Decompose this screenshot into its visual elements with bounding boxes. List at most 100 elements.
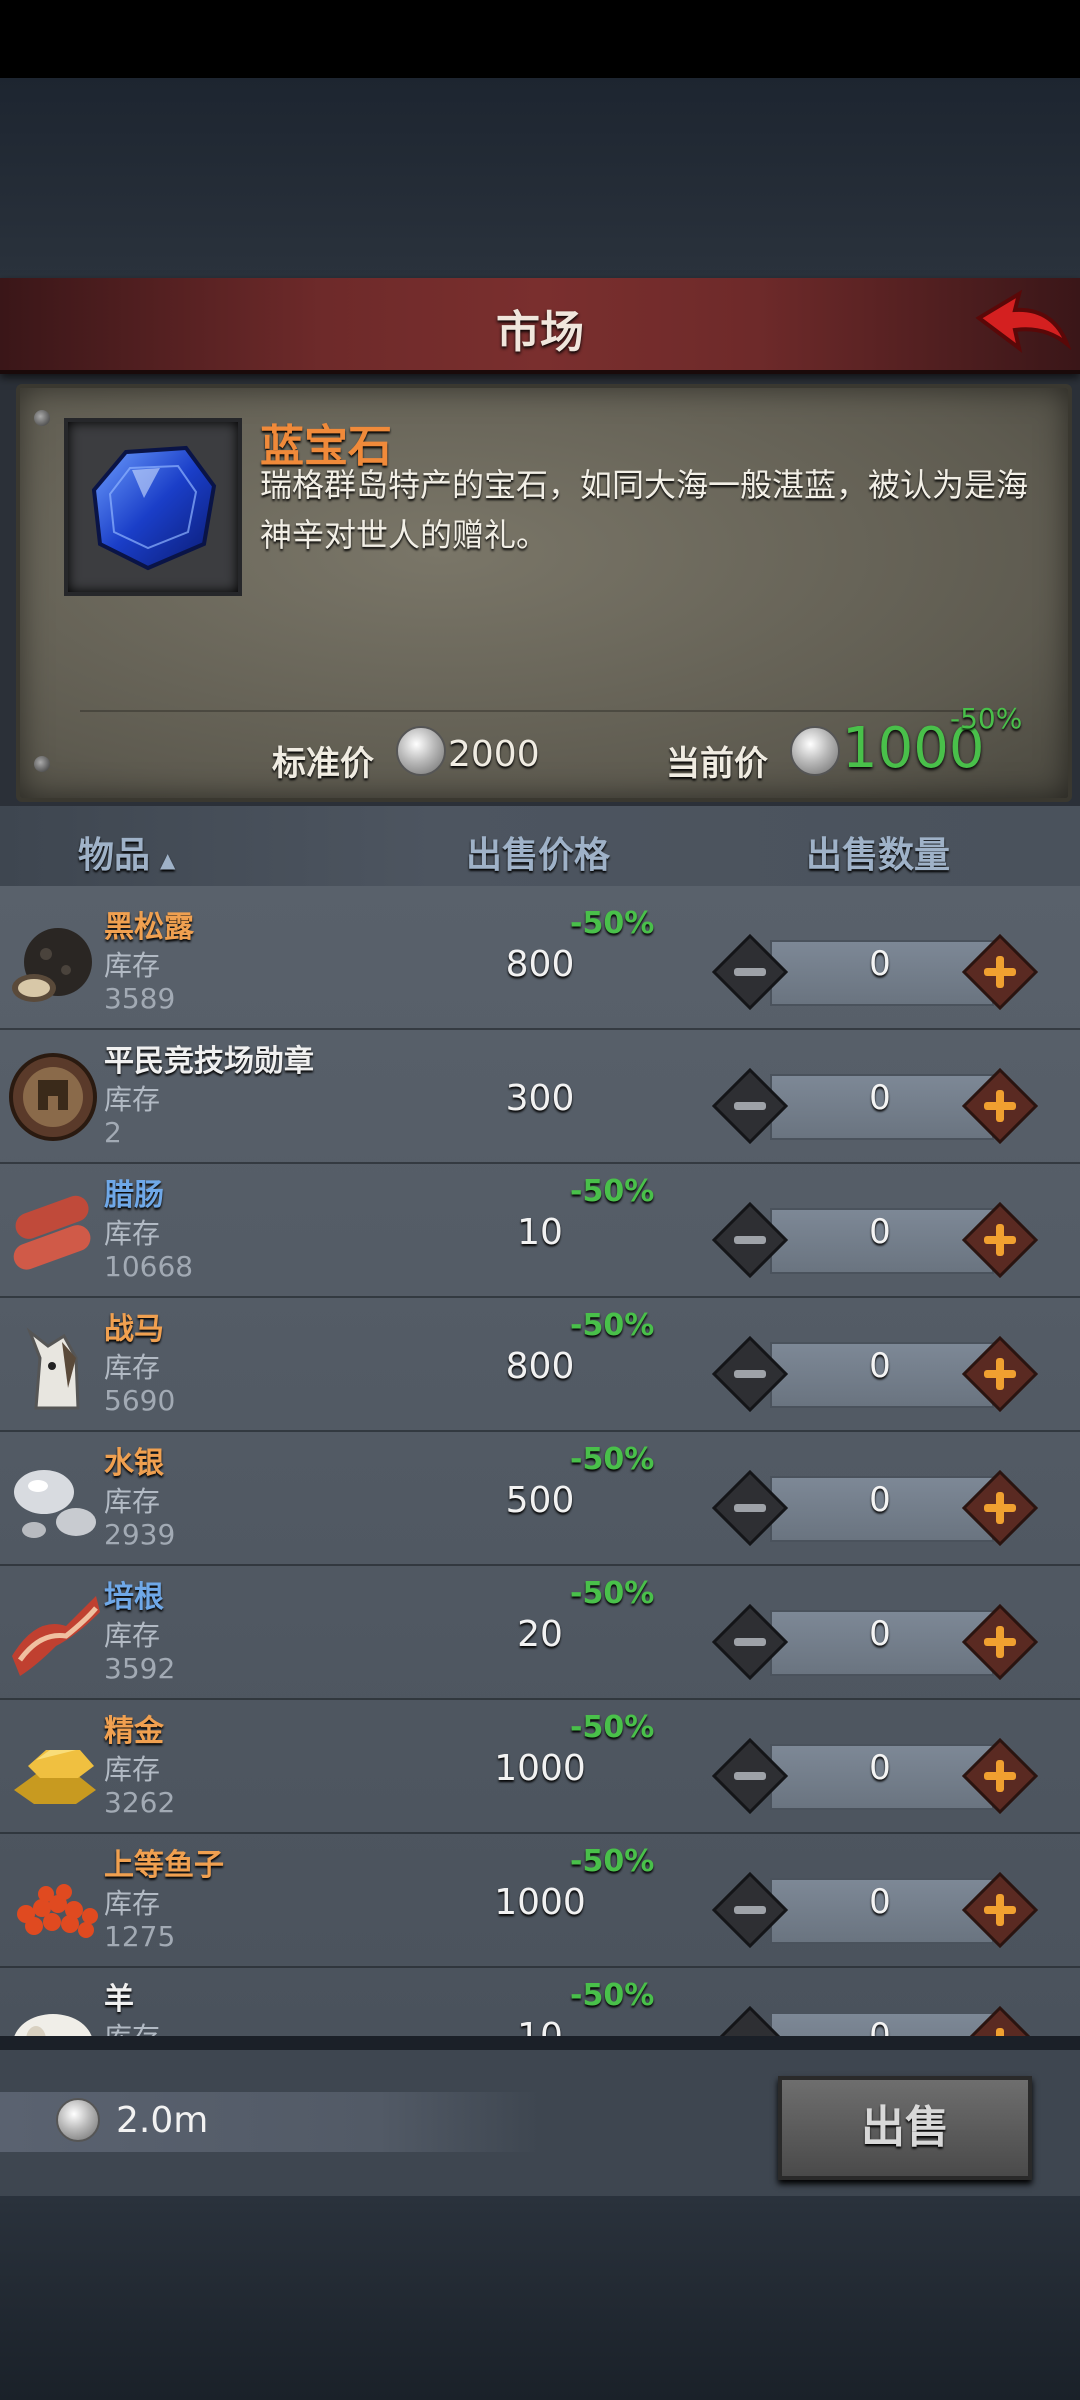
row-item-name: 精金 xyxy=(104,1714,164,1749)
minus-button[interactable] xyxy=(712,934,788,1010)
row-stock-count: 1275 xyxy=(104,1920,176,1953)
row-stock-label: 库存 xyxy=(104,1485,161,1518)
silver-coin-icon xyxy=(790,726,840,776)
table-divider xyxy=(0,2036,1080,2050)
row-sell-price: 20 xyxy=(517,1614,563,1655)
plus-button[interactable] xyxy=(962,1872,1038,1948)
plus-button[interactable] xyxy=(962,1738,1038,1814)
row-stock-count: 10668 xyxy=(104,1250,194,1283)
table-row[interactable]: 上等鱼子 库存 1275 -50% 1000 0 xyxy=(0,1832,1080,1968)
background-top xyxy=(0,78,1080,278)
row-item-name: 水银 xyxy=(104,1446,164,1481)
page-title: 市场 xyxy=(496,307,584,358)
row-item-name: 上等鱼子 xyxy=(104,1848,224,1883)
mercury-icon xyxy=(14,1470,96,1538)
sausage-icon xyxy=(13,1195,91,1270)
row-discount: -50% xyxy=(570,1710,655,1745)
row-stock-count: 3262 xyxy=(104,1786,176,1819)
back-arrow-icon[interactable] xyxy=(975,288,1071,364)
column-header-price: 出售价格 xyxy=(466,835,611,876)
item-description: 瑞格群岛特产的宝石，如同大海一般湛蓝，被认为是海神辛对世人的赠礼。 xyxy=(260,466,1029,554)
row-sell-price: 800 xyxy=(505,1346,575,1387)
row-stock-label: 库存 xyxy=(104,949,161,982)
sell-button[interactable]: 出售 xyxy=(778,2076,1032,2180)
plus-button[interactable] xyxy=(962,1202,1038,1278)
sort-up-icon: ▲ xyxy=(160,848,176,872)
current-price-label: 当前价 xyxy=(666,744,768,784)
silver-coin-icon xyxy=(396,726,446,776)
table-row[interactable]: 战马 库存 5690 -50% 800 0 xyxy=(0,1296,1080,1432)
row-stock-count: 5690 xyxy=(104,1384,176,1417)
plus-button[interactable] xyxy=(962,1068,1038,1144)
plus-button[interactable] xyxy=(962,934,1038,1010)
quantity-value: 0 xyxy=(869,1078,891,1118)
table-row[interactable]: 培根 库存 3592 -50% 20 0 xyxy=(0,1564,1080,1700)
row-stock-label: 库存 xyxy=(104,1887,161,1920)
quantity-value: 0 xyxy=(869,1614,891,1654)
table-header: 物品 ▲ 出售价格 出售数量 xyxy=(0,806,1080,886)
horse-icon xyxy=(26,1327,80,1410)
minus-button[interactable] xyxy=(712,1470,788,1546)
row-stock-label: 库存 xyxy=(104,1753,161,1786)
row-stock-count: 3592 xyxy=(104,1652,176,1685)
row-discount: -50% xyxy=(570,1978,655,2013)
column-header-quantity: 出售数量 xyxy=(806,835,951,876)
row-item-name: 黑松露 xyxy=(104,910,194,945)
standard-price-value: 2000 xyxy=(448,734,540,775)
truffle-icon xyxy=(12,928,92,1002)
row-sell-price: 10 xyxy=(517,1212,563,1253)
quantity-value: 0 xyxy=(869,1882,891,1922)
rivet xyxy=(34,410,50,426)
quantity-value: 0 xyxy=(869,1346,891,1386)
divider xyxy=(80,710,1010,712)
minus-button[interactable] xyxy=(712,1068,788,1144)
quantity-value: 0 xyxy=(869,944,891,984)
sapphire-icon xyxy=(91,445,217,571)
medal-icon xyxy=(9,1053,97,1141)
row-sell-price: 1000 xyxy=(494,1748,586,1789)
row-discount: -50% xyxy=(570,1576,655,1611)
minus-button[interactable] xyxy=(712,1604,788,1680)
row-item-name: 腊肠 xyxy=(104,1178,164,1213)
row-sell-price: 800 xyxy=(505,944,575,985)
rivet xyxy=(34,756,50,772)
quantity-value: 0 xyxy=(869,1748,891,1788)
caviar-icon xyxy=(17,1884,98,1938)
gold-ingot-icon xyxy=(14,1750,96,1804)
silver-coin-icon xyxy=(56,2098,100,2142)
minus-button[interactable] xyxy=(712,1336,788,1412)
plus-button[interactable] xyxy=(962,1604,1038,1680)
row-sell-price: 500 xyxy=(505,1480,575,1521)
row-sell-price: 1000 xyxy=(494,1882,586,1923)
table-row[interactable]: 水银 库存 2939 -50% 500 0 xyxy=(0,1430,1080,1566)
item-icon-frame xyxy=(64,418,242,596)
row-stock-label: 库存 xyxy=(104,1217,161,1250)
plus-button[interactable] xyxy=(962,1470,1038,1546)
minus-button[interactable] xyxy=(712,1872,788,1948)
item-detail-panel: 蓝宝石 瑞格群岛特产的宝石，如同大海一般湛蓝，被认为是海神辛对世人的赠礼。 标准… xyxy=(16,384,1072,802)
current-price-discount: -50% xyxy=(950,702,1023,735)
row-discount: -50% xyxy=(570,1174,655,1209)
row-stock-label: 库存 xyxy=(104,1619,161,1652)
quantity-value: 0 xyxy=(869,1212,891,1252)
table-row[interactable]: 平民竞技场勋章 库存 2 300 0 xyxy=(0,1028,1080,1164)
row-discount: -50% xyxy=(570,1308,655,1343)
table-row[interactable]: 腊肠 库存 10668 -50% 10 0 xyxy=(0,1162,1080,1298)
row-item-name: 战马 xyxy=(104,1312,164,1347)
row-discount: -50% xyxy=(570,906,655,941)
table-row[interactable]: 精金 库存 3262 -50% 1000 0 xyxy=(0,1698,1080,1834)
quantity-value: 0 xyxy=(869,1480,891,1520)
gold-amount: 2.0m xyxy=(116,2100,209,2141)
row-stock-count: 3589 xyxy=(104,982,176,1015)
standard-price-label: 标准价 xyxy=(272,744,374,784)
row-item-name: 羊 xyxy=(104,1982,134,2017)
column-header-item[interactable]: 物品 ▲ xyxy=(78,826,175,878)
minus-button[interactable] xyxy=(712,1202,788,1278)
row-stock-label: 库存 xyxy=(104,1351,161,1384)
row-sell-price: 300 xyxy=(505,1078,575,1119)
table-row[interactable]: 黑松露 库存 3589 -50% 800 0 xyxy=(0,894,1080,1030)
market-table[interactable]: 物品 ▲ 出售价格 出售数量 黑松露 库存 3589 -50% 800 0 平民竞… xyxy=(0,806,1080,2048)
plus-button[interactable] xyxy=(962,1336,1038,1412)
row-stock-label: 库存 xyxy=(104,1083,161,1116)
minus-button[interactable] xyxy=(712,1738,788,1814)
